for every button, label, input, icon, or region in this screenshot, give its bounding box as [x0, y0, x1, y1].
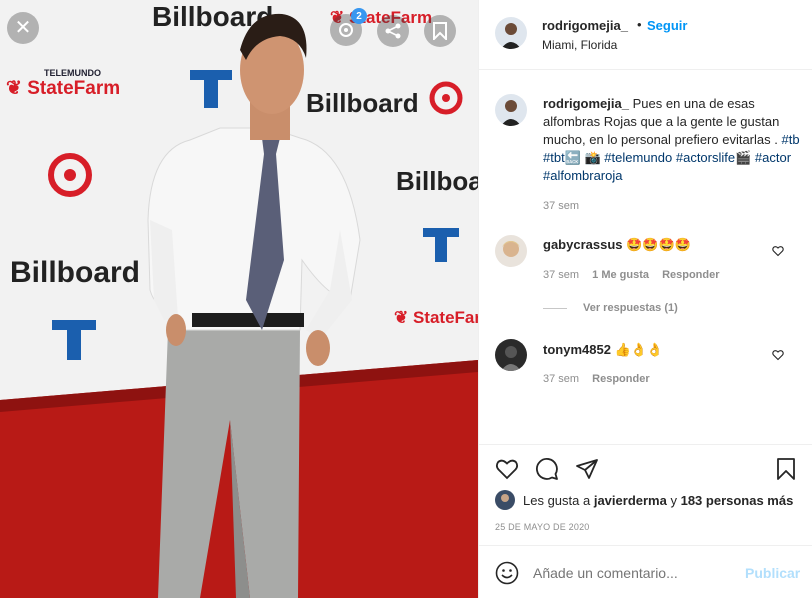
- comment-avatar[interactable]: [495, 339, 527, 371]
- comment-time[interactable]: 37 sem: [543, 269, 579, 281]
- caption-avatar[interactable]: [495, 94, 527, 126]
- view-replies-label: Ver respuestas (1): [583, 302, 678, 314]
- likes-connector: y: [670, 493, 677, 508]
- svg-text:❦ StateFarm: ❦ StateFarm: [6, 78, 120, 99]
- avatar-image: [495, 490, 515, 510]
- carousel-count-badge: 2: [351, 8, 367, 24]
- comment-meta: 37 sem 1 Me gusta Responder: [543, 269, 720, 281]
- comment-time[interactable]: 37 sem: [543, 373, 579, 385]
- comment-text: 👍👌👌: [614, 342, 664, 357]
- close-icon: ✕: [14, 17, 32, 39]
- likes-count[interactable]: 183 personas más: [681, 493, 794, 508]
- liker-avatar[interactable]: [495, 490, 515, 510]
- add-comment-bar: Publicar: [479, 545, 812, 599]
- follow-button[interactable]: Seguir: [647, 18, 687, 33]
- comment-bubble-icon[interactable]: [535, 457, 559, 481]
- likes-summary: Les gusta a javierderma y 183 personas m…: [523, 493, 793, 508]
- comment-1: gabycrassus 🤩🤩🤩🤩: [543, 236, 691, 254]
- emoji-icon[interactable]: [495, 561, 519, 585]
- post-photo[interactable]: ❦ StateFarm Billboard Billboard Billboar…: [0, 0, 478, 598]
- author-username[interactable]: rodrigomejia_: [542, 18, 628, 33]
- avatar-image: [495, 235, 527, 267]
- comment-username[interactable]: tonym4852: [543, 342, 611, 357]
- svg-text:Billboard: Billboard: [10, 256, 140, 289]
- bookmark-icon: [433, 22, 447, 40]
- avatar-image: [495, 17, 527, 49]
- svg-text:TELEMUNDO: TELEMUNDO: [44, 68, 101, 78]
- caption-username[interactable]: rodrigomejia_: [543, 96, 629, 111]
- reply-button[interactable]: Responder: [592, 373, 649, 385]
- likes-user[interactable]: javierderma: [594, 493, 667, 508]
- caption-time[interactable]: 37 sem: [543, 200, 579, 212]
- svg-text:❦ StateFarm: ❦ StateFarm: [394, 308, 478, 327]
- reply-button[interactable]: Responder: [662, 269, 719, 281]
- close-button[interactable]: ✕: [7, 12, 39, 44]
- post-location[interactable]: Miami, Florida: [542, 38, 617, 52]
- share-paper-plane-icon[interactable]: [575, 457, 599, 481]
- post-image: ❦ StateFarm Billboard Billboard Billboar…: [0, 0, 478, 598]
- comment-likes[interactable]: 1 Me gusta: [592, 269, 649, 281]
- comment-meta: 37 sem Responder: [543, 373, 650, 385]
- post-side-panel: rodrigomejia_ • Seguir Miami, Florida ro…: [478, 0, 812, 598]
- comment-input[interactable]: [533, 562, 733, 584]
- comment-2: tonym4852 👍👌👌: [543, 341, 663, 359]
- author-avatar[interactable]: [495, 17, 527, 49]
- like-heart-icon[interactable]: [495, 457, 519, 481]
- like-comment-heart-icon[interactable]: [772, 245, 784, 257]
- carousel-icon: [339, 23, 353, 37]
- share-icon: [385, 23, 401, 39]
- comment-avatar[interactable]: [495, 235, 527, 267]
- svg-text:Billboard: Billboard: [306, 88, 419, 118]
- comment-username[interactable]: gabycrassus: [543, 237, 623, 252]
- caption: rodrigomejia_ Pues en una de esas alfomb…: [543, 95, 803, 185]
- like-comment-heart-icon[interactable]: [772, 349, 784, 361]
- likes-prefix: Les gusta a: [523, 493, 591, 508]
- bookmark-icon[interactable]: [775, 457, 797, 481]
- avatar-image: [495, 339, 527, 371]
- post-date[interactable]: 25 DE MAYO DE 2020: [495, 522, 589, 532]
- svg-text:Billboard: Billboard: [396, 166, 478, 196]
- header-separator: •: [637, 17, 642, 32]
- replies-divider: [543, 307, 567, 309]
- post-header: rodrigomejia_ • Seguir Miami, Florida: [479, 0, 812, 70]
- publish-button[interactable]: Publicar: [745, 565, 800, 581]
- view-replies-button[interactable]: Ver respuestas (1): [543, 302, 678, 314]
- save-photo-button[interactable]: [424, 15, 456, 47]
- share-button[interactable]: [377, 15, 409, 47]
- avatar-image: [495, 94, 527, 126]
- comment-text: 🤩🤩🤩🤩: [626, 237, 691, 252]
